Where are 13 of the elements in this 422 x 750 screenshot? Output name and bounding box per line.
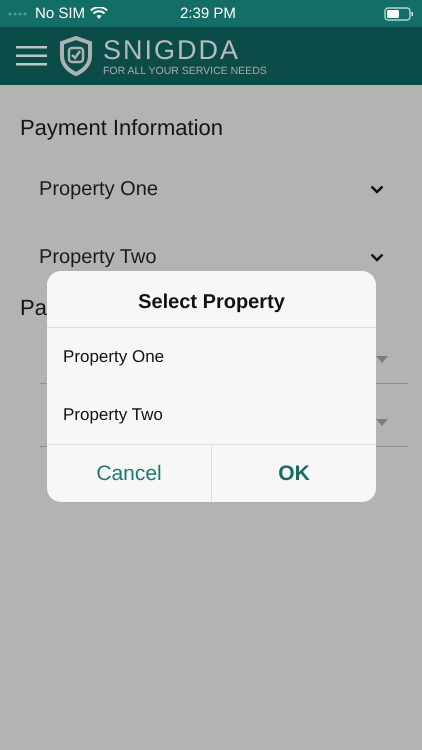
cancel-button[interactable]: Cancel (47, 445, 211, 502)
property-option[interactable]: Property Two (63, 386, 360, 444)
property-option[interactable]: Property One (63, 328, 360, 386)
logo-name: SNIGDDA (103, 34, 242, 64)
logo-tagline: FOR ALL YOUR SERVICE NEEDS (103, 64, 267, 78)
property-label: Property One (39, 178, 158, 200)
section-title: Payment Information (20, 115, 223, 141)
dialog-title: Select Property (47, 271, 376, 328)
ok-button[interactable]: OK (211, 445, 376, 502)
section-title: Pa (20, 295, 47, 321)
clock-text: 2:39 PM (180, 5, 236, 22)
carrier-text: No SIM (35, 5, 86, 22)
property-label: Property Two (39, 246, 156, 268)
